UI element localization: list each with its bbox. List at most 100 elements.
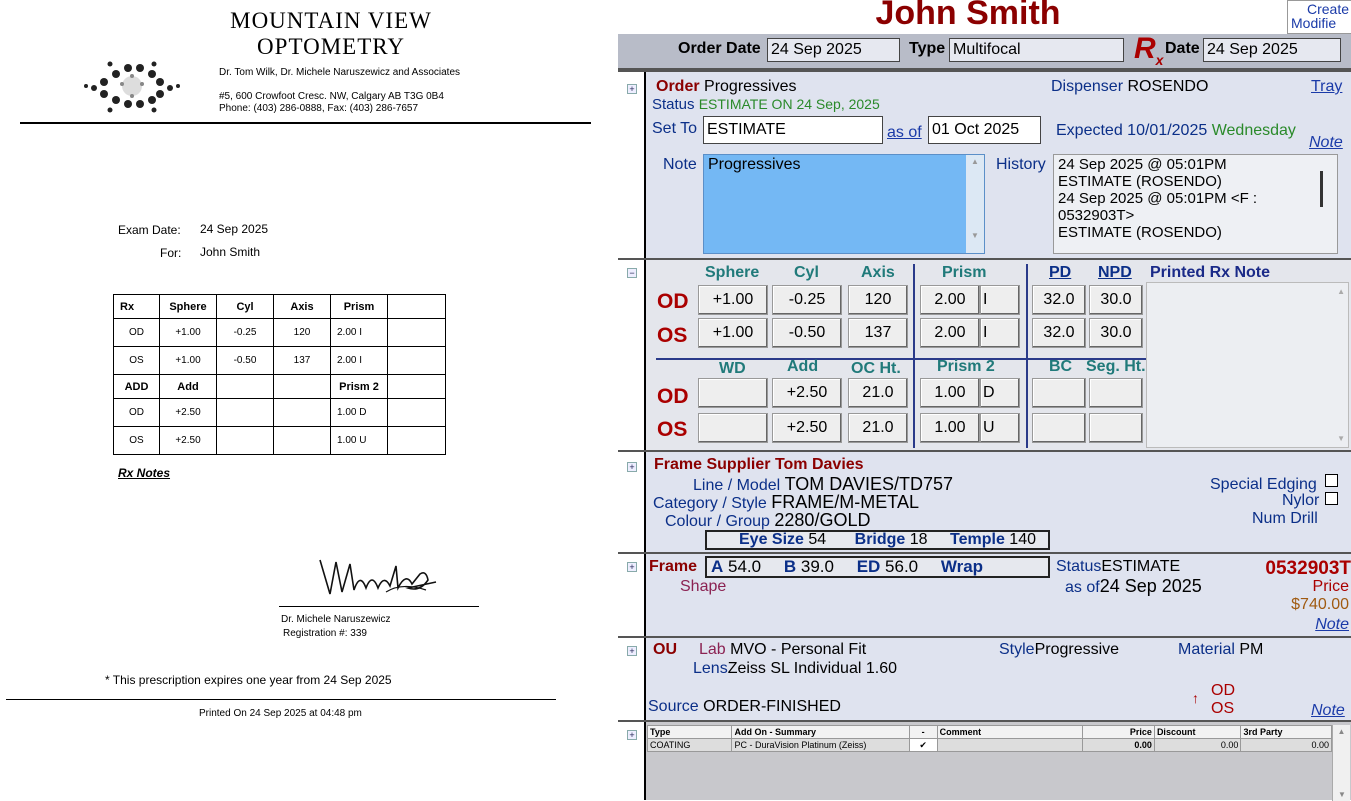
grid-header-cell[interactable]: Price (1081, 725, 1155, 739)
create-modified-box[interactable]: Create Modifie (1287, 0, 1351, 34)
os-cyl-field[interactable]: -0.50 (772, 318, 842, 348)
grid-header-cell[interactable]: Type (646, 725, 733, 739)
model-value[interactable]: TD757 (899, 474, 953, 494)
history-box[interactable]: 24 Sep 2025 @ 05:01PM ESTIMATE (ROSENDO)… (1053, 154, 1338, 254)
type-field[interactable]: Multifocal (949, 38, 1124, 62)
colour-value[interactable]: 2280 (774, 510, 814, 530)
line-value[interactable]: TOM DAVIES (785, 474, 894, 494)
os-bc-field[interactable] (1032, 413, 1086, 443)
od-prism2-field[interactable]: 1.00 (920, 378, 980, 408)
os-oc-field[interactable]: 21.0 (848, 413, 908, 443)
divider (1026, 264, 1028, 448)
lab-value[interactable]: MVO - Personal Fit (730, 641, 866, 658)
os-pd-field[interactable]: 32.0 (1032, 318, 1086, 348)
os-sphere-field[interactable]: +1.00 (698, 318, 768, 348)
od-wd-field[interactable] (698, 378, 768, 408)
table-cell: 1.00 U (330, 426, 388, 455)
os-prism2-field[interactable]: 1.00 (920, 413, 980, 443)
grid-cell[interactable]: 0.00 (1240, 738, 1332, 752)
od-prism2-dir-field[interactable]: D (980, 378, 1020, 408)
frame-measurements-section: + Frame A 54.0 B 39.0 ED 56.0 Wrap Shape… (618, 552, 1351, 636)
oc-ht-header: OC Ht. (851, 360, 901, 377)
addons-scrollbar[interactable]: ▲ ▼ (1332, 725, 1350, 801)
lens-section: + OU Lab MVO - Personal Fit StyleProgres… (618, 636, 1351, 720)
grid-cell[interactable]: COATING (646, 738, 733, 752)
eye-size-value[interactable]: 54 (808, 531, 826, 548)
grid-header-cell[interactable]: Add On - Summary (731, 725, 910, 739)
material-value[interactable]: PM (1239, 641, 1263, 658)
table-row[interactable]: COATING PC - DuraVision Platinum (Zeiss)… (646, 738, 1332, 752)
expand-icon[interactable]: + (627, 562, 637, 572)
note-textarea[interactable]: Progressives ▲ ▼ (703, 154, 985, 254)
os-prism2-dir-field[interactable]: U (980, 413, 1020, 443)
a-value[interactable]: 54.0 (728, 557, 761, 576)
order-date-field[interactable]: 24 Sep 2025 (767, 38, 900, 62)
rx-notes-heading: Rx Notes (118, 466, 171, 480)
as-of-link[interactable]: as of (887, 124, 922, 142)
od-bc-field[interactable] (1032, 378, 1086, 408)
grid-header-cell[interactable]: Discount (1153, 725, 1242, 739)
bridge-value[interactable]: 18 (910, 531, 928, 548)
style-value[interactable]: M-METAL (839, 492, 919, 512)
os-add-field[interactable]: +2.50 (772, 413, 842, 443)
grid-header-cell[interactable]: Comment (936, 725, 1083, 739)
od-pd-field[interactable]: 32.0 (1032, 285, 1086, 315)
style-value[interactable]: Progressive (1035, 641, 1119, 658)
os-wd-field[interactable] (698, 413, 768, 443)
expand-icon[interactable]: + (627, 646, 637, 656)
group-value[interactable]: GOLD (819, 510, 870, 530)
b-value[interactable]: 39.0 (801, 557, 834, 576)
grid-header-cell[interactable]: 3rd Party (1240, 725, 1332, 739)
scroll-down-icon[interactable]: ▼ (1337, 434, 1345, 443)
special-edging-checkbox[interactable] (1325, 474, 1338, 487)
frame-supplier-value: Tom Davies (774, 456, 864, 473)
os-seg-field[interactable] (1089, 413, 1143, 443)
os-npd-field[interactable]: 30.0 (1089, 318, 1143, 348)
grid-cell[interactable] (936, 738, 1083, 752)
os-prism-dir-field[interactable]: I (980, 318, 1020, 348)
collapse-icon[interactable]: − (627, 268, 637, 278)
scroll-down-icon[interactable]: ▼ (966, 231, 984, 240)
od-oc-field[interactable]: 21.0 (848, 378, 908, 408)
expand-icon[interactable]: + (627, 84, 637, 94)
order-note-link[interactable]: Note (1309, 134, 1343, 152)
grid-cell[interactable]: 0.00 (1081, 738, 1155, 752)
os-axis-field[interactable]: 137 (848, 318, 908, 348)
rx-date-field[interactable]: 24 Sep 2025 (1203, 38, 1341, 62)
od-npd-field[interactable]: 30.0 (1089, 285, 1143, 315)
od-prism-dir-field[interactable]: I (980, 285, 1020, 315)
od-axis-field[interactable]: 120 (848, 285, 908, 315)
od-add-field[interactable]: +2.50 (772, 378, 842, 408)
scroll-up-icon[interactable]: ▲ (1333, 725, 1350, 739)
frame-note-link[interactable]: Note (1315, 616, 1349, 634)
od-prism-field[interactable]: 2.00 (920, 285, 980, 315)
grid-cell[interactable]: 0.00 (1153, 738, 1242, 752)
ed-value[interactable]: 56.0 (885, 557, 918, 576)
table-cell: +1.00 (159, 346, 217, 375)
od-cyl-field[interactable]: -0.25 (772, 285, 842, 315)
category-value[interactable]: FRAME (771, 492, 834, 512)
as-of-field[interactable]: 01 Oct 2025 (928, 116, 1041, 144)
scroll-down-icon[interactable]: ▼ (1338, 790, 1346, 799)
lens-value[interactable]: Zeiss SL Individual 1.60 (728, 660, 897, 677)
od-sphere-field[interactable]: +1.00 (698, 285, 768, 315)
expand-icon[interactable]: + (627, 730, 637, 740)
history-scroll-thumb[interactable] (1320, 171, 1323, 207)
expand-icon[interactable]: + (627, 462, 637, 472)
grid-cell[interactable]: PC - DuraVision Platinum (Zeiss) (731, 738, 910, 752)
printed-rx-note-field[interactable]: ▲ ▼ (1146, 282, 1349, 448)
temple-value[interactable]: 140 (1009, 531, 1036, 548)
os-prism-field[interactable]: 2.00 (920, 318, 980, 348)
scroll-up-icon[interactable]: ▲ (966, 155, 984, 169)
title-bar: John Smith Create Modifie (618, 0, 1351, 34)
nylon-checkbox[interactable] (1325, 492, 1338, 505)
grid-header-cell[interactable]: - (908, 725, 938, 739)
set-to-field[interactable]: ESTIMATE (703, 116, 883, 144)
table-header-cell (273, 374, 331, 399)
note-scrollbar[interactable]: ▲ ▼ (966, 155, 984, 253)
tray-link[interactable]: Tray (1311, 78, 1342, 96)
od-seg-field[interactable] (1089, 378, 1143, 408)
grid-checkbox[interactable]: ✔ (908, 738, 938, 752)
lens-note-link[interactable]: Note (1311, 702, 1345, 720)
scroll-up-icon[interactable]: ▲ (1337, 287, 1345, 296)
